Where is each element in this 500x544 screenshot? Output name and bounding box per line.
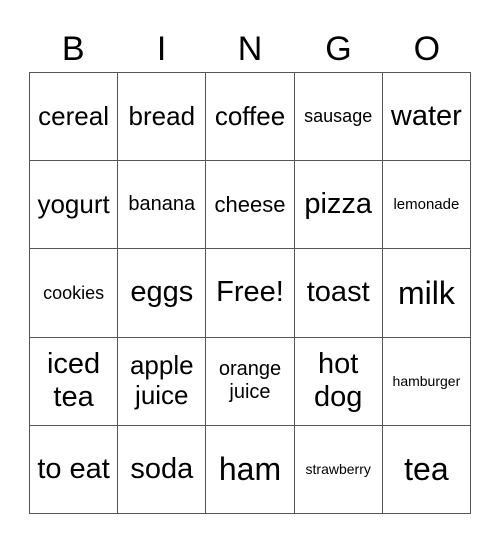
- bingo-cell[interactable]: strawberry: [294, 425, 383, 514]
- bingo-cell[interactable]: iced tea: [30, 337, 119, 426]
- bingo-cell[interactable]: milk: [382, 249, 471, 338]
- bingo-cell[interactable]: to eat: [30, 425, 119, 514]
- header-letter-g: G: [325, 30, 352, 68]
- bingo-cell[interactable]: hamburger: [382, 337, 471, 426]
- bingo-grid: cereal bread coffee sausage water yogurt…: [29, 72, 471, 514]
- bingo-cell[interactable]: toast: [294, 249, 383, 338]
- free-space-cell[interactable]: Free!: [206, 249, 295, 338]
- bingo-cell[interactable]: orange juice: [206, 337, 295, 426]
- bingo-cell[interactable]: soda: [118, 425, 207, 514]
- header-letter-b: B: [61, 30, 85, 68]
- header-letter-o: O: [413, 30, 441, 68]
- bingo-cell[interactable]: cheese: [206, 161, 295, 250]
- bingo-cell[interactable]: apple juice: [118, 337, 207, 426]
- bingo-cell[interactable]: eggs: [118, 249, 207, 338]
- bingo-cell[interactable]: cookies: [30, 249, 119, 338]
- bingo-header: B I N G O: [29, 26, 471, 72]
- bingo-cell[interactable]: tea: [382, 425, 471, 514]
- bingo-cell[interactable]: hot dog: [294, 337, 383, 426]
- bingo-cell[interactable]: lemonade: [382, 161, 471, 250]
- bingo-cell[interactable]: water: [382, 73, 471, 162]
- bingo-cell[interactable]: coffee: [206, 73, 295, 162]
- bingo-cell[interactable]: yogurt: [30, 161, 119, 250]
- bingo-cell[interactable]: pizza: [294, 161, 383, 250]
- header-letter-n: N: [237, 30, 263, 68]
- bingo-cell[interactable]: bread: [118, 73, 207, 162]
- bingo-cell[interactable]: banana: [118, 161, 207, 250]
- bingo-cell[interactable]: sausage: [294, 73, 383, 162]
- header-letter-i: I: [156, 30, 167, 68]
- bingo-cell[interactable]: ham: [206, 425, 295, 514]
- bingo-cell[interactable]: cereal: [30, 73, 119, 162]
